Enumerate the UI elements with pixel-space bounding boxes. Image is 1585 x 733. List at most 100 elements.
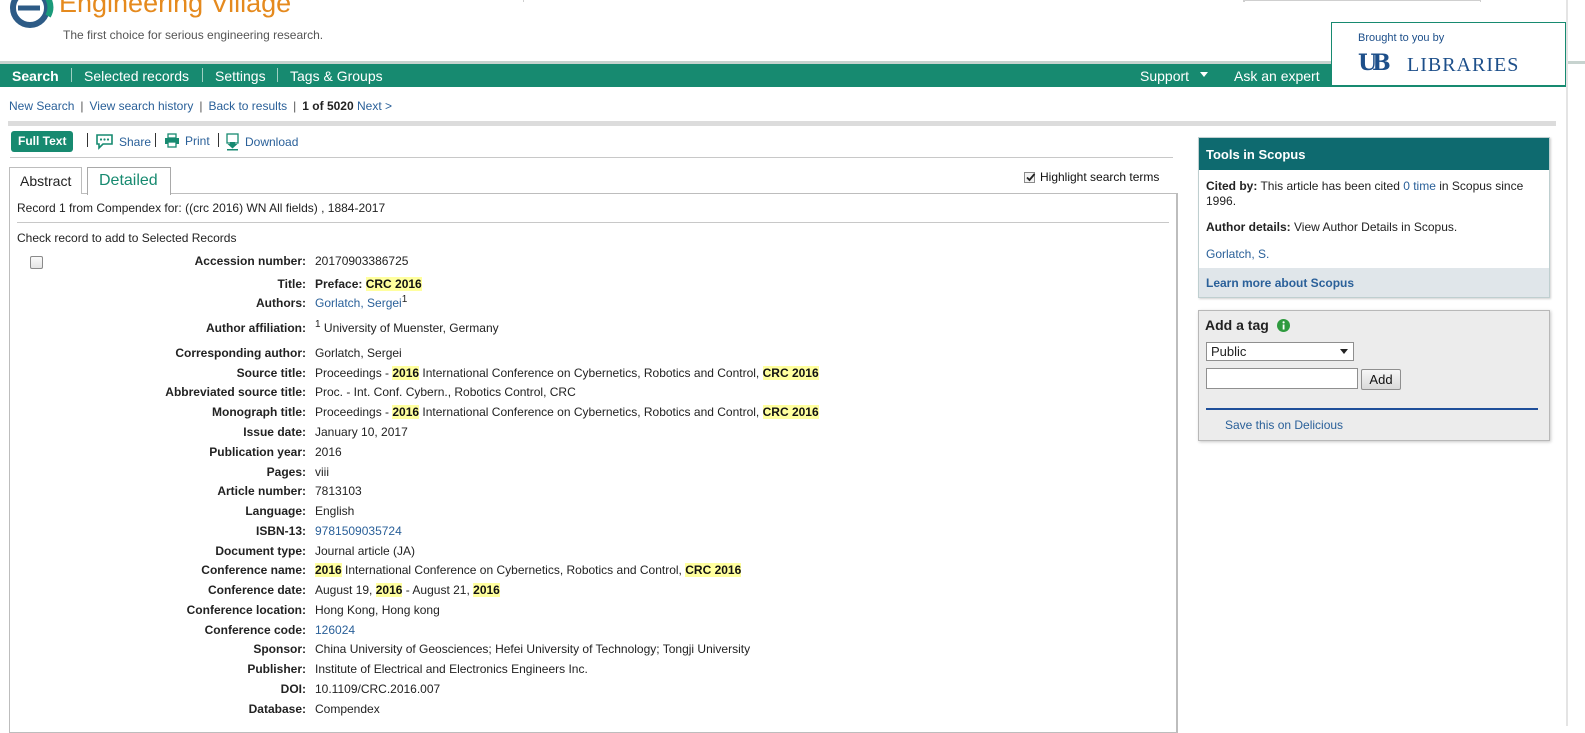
record-value-link[interactable]: 9781509035724 bbox=[315, 524, 402, 538]
record-field-value: Gorlatch, Sergei bbox=[315, 346, 402, 360]
next-result-link[interactable]: Next > bbox=[357, 99, 392, 113]
add-tag-heading: Add a tag bbox=[1205, 317, 1290, 333]
record-field-label: ISBN-13: bbox=[255, 524, 306, 538]
download-icon bbox=[226, 133, 239, 151]
record-field-label: Monograph title: bbox=[212, 405, 306, 419]
printer-icon bbox=[165, 133, 179, 148]
record-field-value: 7813103 bbox=[315, 484, 362, 498]
nav-settings[interactable]: Settings bbox=[215, 68, 266, 84]
toolbar-separator bbox=[87, 133, 88, 147]
author-details-text: View Author Details in Scopus. bbox=[1290, 220, 1458, 234]
record-value-text: 7813103 bbox=[315, 484, 362, 498]
brand-name[interactable]: Engineering Village bbox=[59, 0, 291, 19]
cited-count-link[interactable]: 0 time bbox=[1403, 179, 1436, 193]
record-value-text: August 19, bbox=[315, 583, 376, 597]
record-value-text: Proceedings - bbox=[315, 366, 393, 380]
scopus-author-details: Author details: View Author Details in S… bbox=[1206, 220, 1457, 234]
cited-by-label: Cited by: bbox=[1206, 179, 1258, 193]
record-field-label: Source title: bbox=[236, 366, 306, 380]
highlight-checkbox[interactable] bbox=[1024, 171, 1036, 183]
nav-search[interactable]: Search bbox=[12, 68, 59, 84]
share-button[interactable]: Share bbox=[95, 133, 151, 150]
record-value-text: January 10, 2017 bbox=[315, 425, 408, 439]
record-field-value: Proceedings - 2016 International Confere… bbox=[315, 405, 819, 419]
nav-separator bbox=[71, 68, 72, 82]
record-field-value: January 10, 2017 bbox=[315, 425, 408, 439]
library-branding-box[interactable]: Brought to you by UB LIBRARIES bbox=[1331, 22, 1566, 85]
record-value-text: 2016 bbox=[315, 445, 342, 459]
brought-to-you-label: Brought to you by bbox=[1358, 32, 1445, 44]
share-label: Share bbox=[119, 134, 152, 149]
ub-logo-mark: UB bbox=[1358, 50, 1391, 76]
download-button[interactable]: Download bbox=[225, 133, 298, 151]
record-field-label: DOI: bbox=[280, 682, 306, 696]
record-field-value: 2016 bbox=[315, 445, 342, 459]
record-field-label: Document type: bbox=[215, 544, 306, 558]
tab-abstract[interactable]: Abstract bbox=[9, 167, 82, 194]
record-field-label: Database: bbox=[248, 702, 306, 716]
full-text-button[interactable]: Full Text bbox=[11, 131, 74, 152]
record-value-text: viii bbox=[315, 465, 329, 479]
toolbar-separator bbox=[218, 133, 219, 147]
print-label: Print bbox=[185, 133, 210, 148]
record-value-link[interactable]: Gorlatch, Sergei bbox=[315, 296, 402, 310]
record-divider bbox=[17, 222, 1169, 223]
scopus-panel-title: Tools in Scopus bbox=[1199, 138, 1549, 170]
record-value-text: International Conference on Cybernetics,… bbox=[419, 405, 763, 419]
record-value-text: Gorlatch, Sergei bbox=[315, 346, 402, 360]
record-field-value: 10.1109/CRC.2016.007 bbox=[315, 682, 440, 696]
highlighted-term: 2016 bbox=[392, 366, 420, 380]
record-field-label: Title: bbox=[277, 277, 306, 291]
record-field-label: Pages: bbox=[266, 465, 306, 479]
record-value-link[interactable]: 126024 bbox=[315, 623, 355, 637]
record-field-label: Corresponding author: bbox=[175, 346, 306, 360]
engineering-village-logo-icon[interactable] bbox=[10, 0, 54, 32]
record-value-text: 10.1109/CRC.2016.007 bbox=[315, 682, 441, 696]
view-search-history-link[interactable]: View search history bbox=[90, 99, 194, 113]
top-strip bbox=[523, 0, 1585, 2]
highlighted-term: CRC 2016 bbox=[762, 366, 819, 380]
record-source-line: Record 1 from Compendex for: ((crc 2016)… bbox=[17, 201, 386, 215]
highlight-search-terms-toggle[interactable]: Highlight search terms bbox=[1024, 170, 1159, 184]
tag-input[interactable] bbox=[1206, 368, 1358, 389]
record-field-label: Conference name: bbox=[201, 563, 306, 577]
add-tag-button[interactable]: Add bbox=[1361, 369, 1401, 390]
breadcrumb-separator: | bbox=[80, 99, 84, 113]
record-value-text: Proceedings - bbox=[315, 405, 393, 419]
nav-support[interactable]: Support bbox=[1140, 68, 1208, 84]
record-value-text: Preface: bbox=[315, 277, 366, 291]
record-field-label: Publisher: bbox=[247, 662, 306, 676]
ub-libraries-label: LIBRARIES bbox=[1407, 54, 1520, 76]
toolbar-divider bbox=[10, 157, 1173, 158]
back-to-results-link[interactable]: Back to results bbox=[208, 99, 287, 113]
highlighted-term: CRC 2016 bbox=[762, 405, 819, 419]
record-field-value: English bbox=[315, 504, 354, 518]
record-value-text: English bbox=[315, 504, 355, 518]
info-icon[interactable] bbox=[1276, 318, 1290, 332]
breadcrumb-separator: | bbox=[293, 99, 297, 113]
record-field-value: Proceedings - 2016 International Confere… bbox=[315, 366, 819, 380]
record-field-label: Language: bbox=[245, 504, 306, 518]
scopus-author-link[interactable]: Gorlatch, S. bbox=[1206, 247, 1269, 261]
tag-visibility-select[interactable]: Public bbox=[1206, 342, 1354, 361]
record-field-value: Hong Kong, Hong kong bbox=[315, 603, 440, 617]
record-field-label: Conference date: bbox=[207, 583, 306, 597]
save-on-delicious-link[interactable]: Save this on Delicious bbox=[1225, 418, 1343, 432]
nav-ask-expert[interactable]: Ask an expert bbox=[1234, 68, 1320, 84]
record-value-text: 20170903386725 bbox=[315, 254, 409, 268]
record-field-value: Journal article (JA) bbox=[315, 544, 415, 558]
scopus-learn-more-bar: Learn more about Scopus bbox=[1199, 268, 1549, 297]
learn-more-scopus-link[interactable]: Learn more about Scopus bbox=[1206, 276, 1354, 290]
nav-selected-records[interactable]: Selected records bbox=[84, 68, 189, 84]
new-search-link[interactable]: New Search bbox=[9, 99, 74, 113]
record-value-text: International Conference on Cybernetics,… bbox=[419, 366, 763, 380]
nav-tags-groups[interactable]: Tags & Groups bbox=[290, 68, 383, 84]
record-field-value: Compendex bbox=[315, 702, 380, 716]
nav-separator bbox=[202, 68, 203, 82]
record-field-label: Issue date: bbox=[243, 425, 306, 439]
record-field-label: Author affiliation: bbox=[206, 321, 306, 335]
tab-detailed[interactable]: Detailed bbox=[87, 167, 171, 195]
record-value-text: Compendex bbox=[315, 702, 380, 716]
print-button[interactable]: Print bbox=[164, 133, 210, 148]
record-value-text: Proc. - Int. Conf. Cybern., Robotics Con… bbox=[315, 385, 576, 399]
